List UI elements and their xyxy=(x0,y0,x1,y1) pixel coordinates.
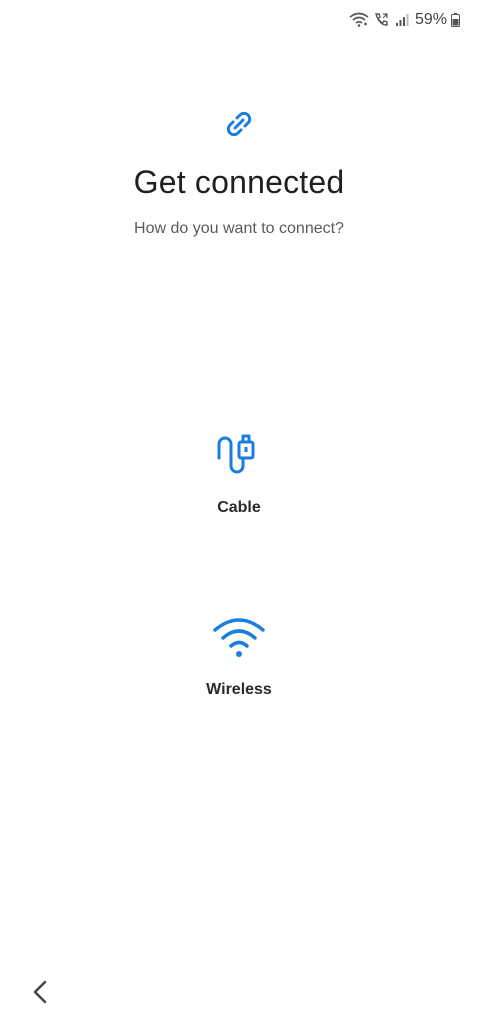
cable-label: Cable xyxy=(217,499,261,516)
status-bar: 59% xyxy=(349,8,460,32)
call-icon xyxy=(373,12,391,28)
signal-icon xyxy=(395,13,409,27)
cable-icon xyxy=(213,428,265,489)
get-connected-screen: 59% Get connected How do you want to con… xyxy=(0,0,478,1024)
cable-option-button[interactable]: Cable xyxy=(159,428,319,517)
wireless-option-button[interactable]: Wireless xyxy=(159,614,319,699)
wifi-calling-icon xyxy=(349,12,369,28)
chevron-left-icon xyxy=(31,979,49,1010)
wifi-icon xyxy=(211,614,267,663)
wireless-label: Wireless xyxy=(206,681,272,698)
battery-percentage: 59% xyxy=(414,11,447,28)
link-icon xyxy=(221,106,257,142)
page-title: Get connected xyxy=(133,164,345,200)
page-subtitle: How do you want to connect? xyxy=(134,220,344,237)
back-button[interactable] xyxy=(24,978,56,1010)
battery-icon xyxy=(451,13,460,27)
